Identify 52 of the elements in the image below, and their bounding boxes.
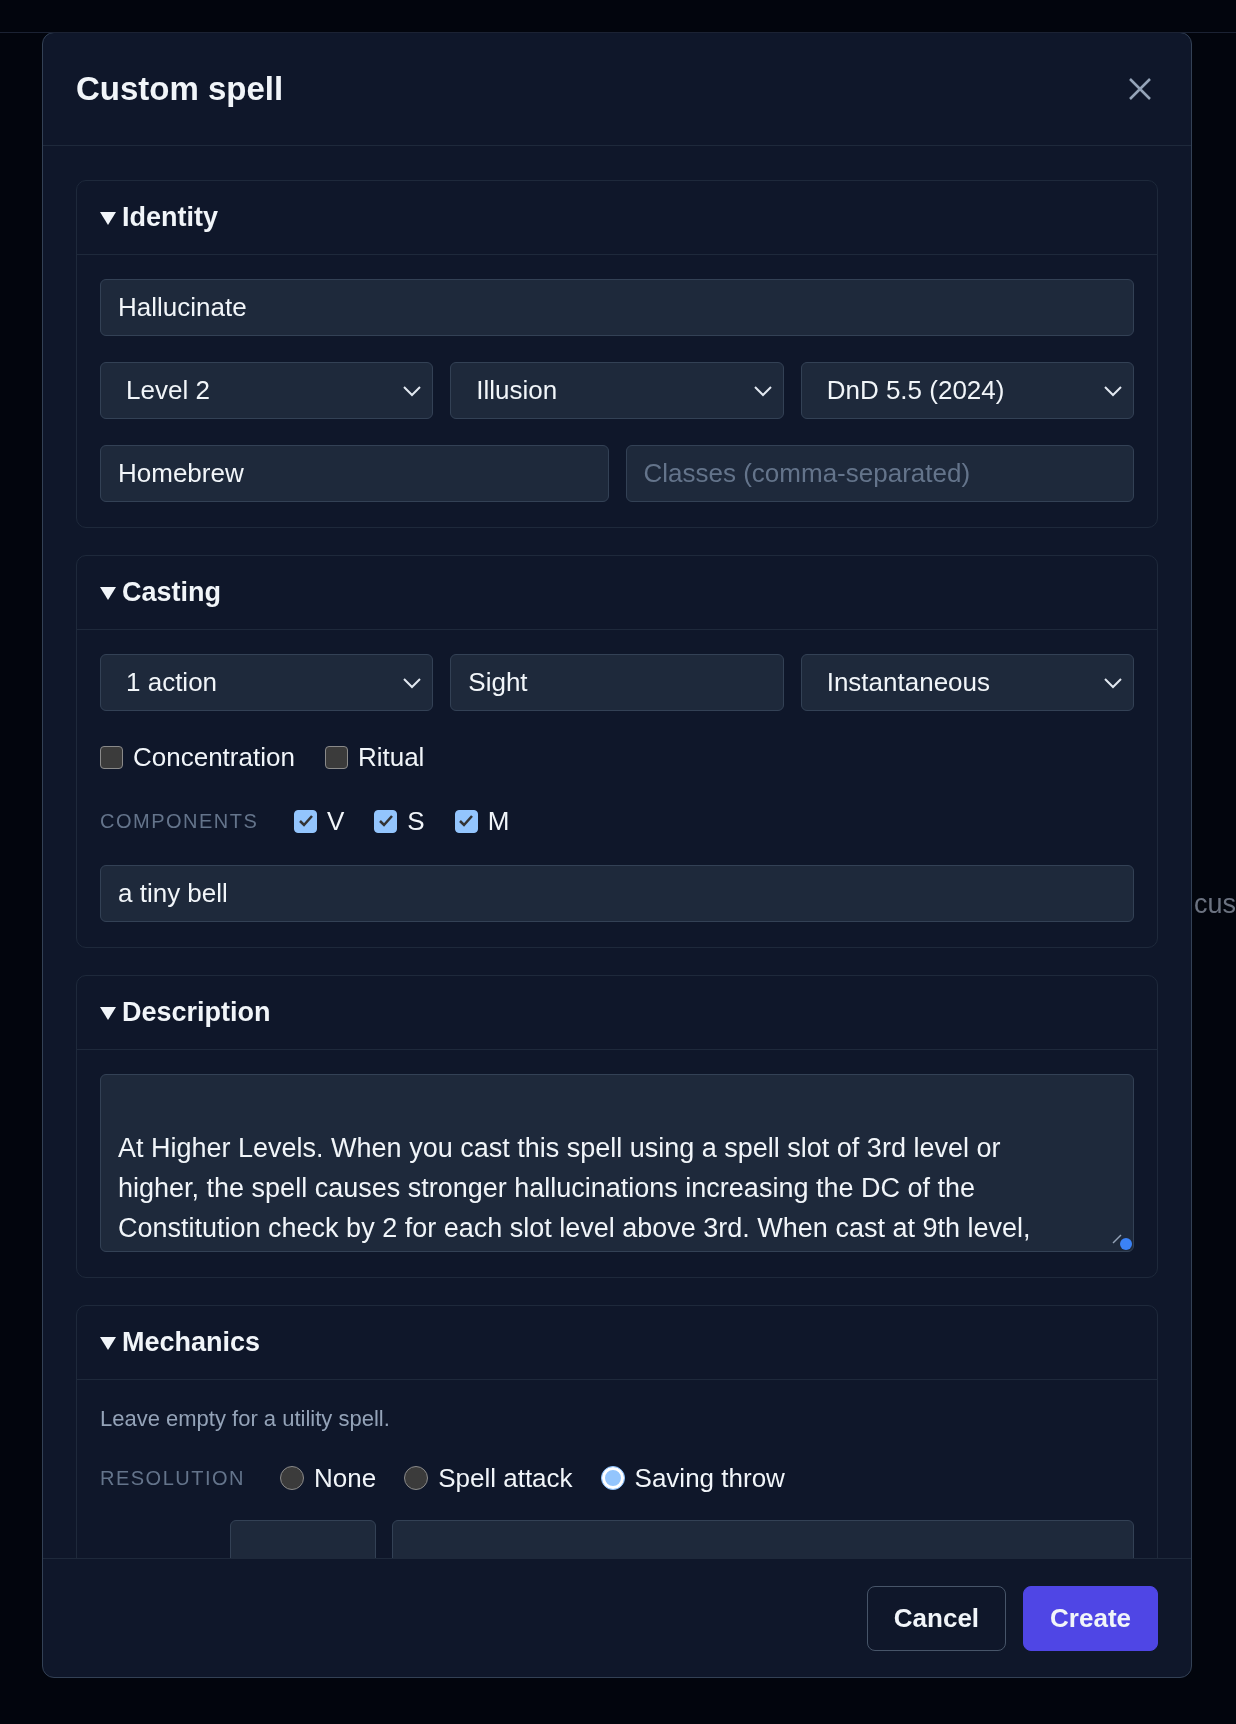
checkbox[interactable] — [454, 809, 478, 833]
section-title: Description — [122, 997, 271, 1028]
casting-time-select[interactable]: 1 action — [100, 654, 434, 711]
hint-text: Leave empty for a utility spell. — [100, 1405, 391, 1433]
level-select[interactable]: Level 2 — [100, 362, 434, 419]
components-label: COMPONENTS — [100, 809, 260, 833]
radio-button[interactable] — [404, 1466, 429, 1490]
ruleset-select[interactable]: DnD 5.5 (2024) — [800, 362, 1134, 419]
chevron-down-icon — [1103, 384, 1123, 397]
chevron-down-icon — [402, 676, 423, 689]
checkmark-icon — [377, 814, 394, 828]
description-field[interactable] — [100, 1074, 1134, 1252]
radio-option[interactable]: Saving throw — [600, 1462, 785, 1494]
triangle-down-icon[interactable] — [100, 209, 116, 226]
classes-field[interactable]: Classes (comma-separated) — [625, 445, 1134, 502]
duration-select[interactable]: Instantaneous — [800, 654, 1134, 711]
checkbox-option[interactable]: Ritual — [324, 741, 425, 773]
section-title: Identity — [122, 202, 218, 233]
checkbox-option[interactable]: V — [294, 805, 345, 837]
chevron-down-icon — [402, 384, 423, 397]
school-select[interactable]: Illusion — [450, 362, 784, 419]
checkbox[interactable] — [294, 809, 317, 833]
range-field[interactable]: Sight — [450, 654, 784, 711]
radio-option[interactable]: None — [280, 1462, 377, 1494]
chevron-down-icon — [1103, 676, 1123, 689]
section-title: Casting — [122, 577, 221, 608]
description-text: At Higher Levels. When you cast this spell using a spell slot of 3rd level or higher, the spell causes stronger hallucinations increasing the DC of the Constitution check by 2 for each slot level above 3rd. When cast at 9th level, — [118, 1133, 1031, 1243]
checkmark-icon — [458, 814, 475, 828]
name-field[interactable]: Hallucinate — [100, 279, 1134, 336]
radio-button[interactable] — [600, 1466, 625, 1490]
section-title: Mechanics — [122, 1327, 261, 1358]
dialog-title: Custom spell — [76, 70, 284, 108]
triangle-down-icon[interactable] — [100, 1004, 116, 1021]
checkbox[interactable] — [374, 809, 398, 833]
chevron-down-icon — [752, 384, 773, 397]
checkbox-option[interactable]: S — [374, 805, 425, 837]
triangle-down-icon[interactable] — [100, 1334, 116, 1351]
source-field[interactable]: Homebrew — [100, 445, 609, 502]
checkbox-option[interactable]: Concentration — [100, 741, 295, 773]
triangle-down-icon[interactable] — [100, 584, 116, 601]
material-field[interactable]: a tiny bell — [100, 865, 1134, 922]
resize-handle-icon[interactable] — [1111, 1231, 1133, 1251]
resolution-label: RESOLUTION — [100, 1466, 247, 1490]
radio-option[interactable]: Spell attack — [404, 1462, 573, 1494]
background-text: cus — [1194, 889, 1236, 920]
checkbox[interactable] — [324, 745, 348, 769]
checkbox-option[interactable]: M — [454, 805, 510, 837]
radio-button[interactable] — [280, 1466, 304, 1490]
checkbox[interactable] — [100, 745, 123, 769]
cancel-button[interactable]: Cancel — [866, 1585, 1007, 1651]
checkmark-icon — [297, 814, 314, 828]
create-button[interactable]: Create — [1023, 1585, 1158, 1651]
